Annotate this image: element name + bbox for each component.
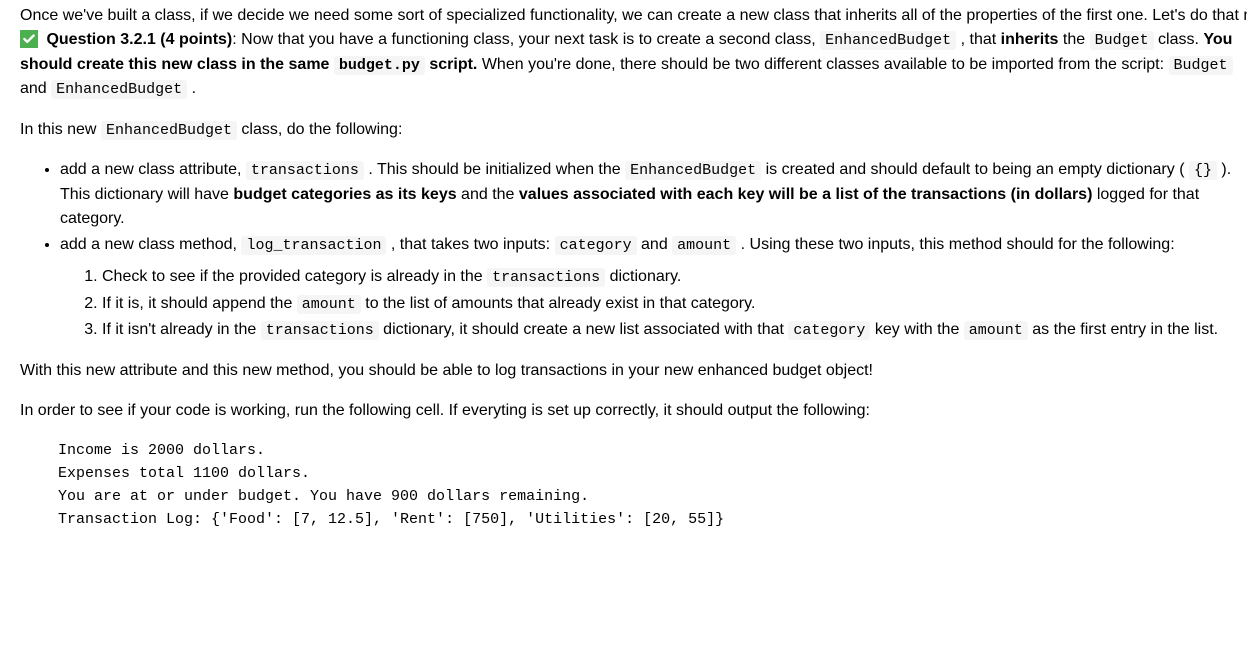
closing-paragraph-2: In order to see if your code is working,… <box>20 399 1247 423</box>
code-budget: Budget <box>1090 31 1154 50</box>
list-item: add a new class method, log_transaction … <box>60 233 1247 343</box>
code-budget-py: budget.py <box>334 56 425 75</box>
list-item: If it isn't already in the transactions … <box>102 318 1247 343</box>
expected-output: Income is 2000 dollars. Expenses total 1… <box>58 439 1247 532</box>
lead-paragraph: In this new EnhancedBudget class, do the… <box>20 118 1247 143</box>
question-paragraph: Question 3.2.1 (4 points): Now that you … <box>20 28 1247 102</box>
question-label: Question 3.2.1 (4 points) <box>46 31 232 48</box>
checkmark-icon <box>20 30 38 48</box>
intro-paragraph: Once we've built a class, if we decide w… <box>20 4 1247 28</box>
steps-list: Check to see if the provided category is… <box>60 265 1247 343</box>
list-item: Check to see if the provided category is… <box>102 265 1247 290</box>
requirements-list: add a new class attribute, transactions … <box>20 158 1247 343</box>
closing-paragraph-1: With this new attribute and this new met… <box>20 359 1247 383</box>
code-enhancedbudget: EnhancedBudget <box>820 31 956 50</box>
list-item: add a new class attribute, transactions … <box>60 158 1247 231</box>
list-item: If it is, it should append the amount to… <box>102 292 1247 317</box>
